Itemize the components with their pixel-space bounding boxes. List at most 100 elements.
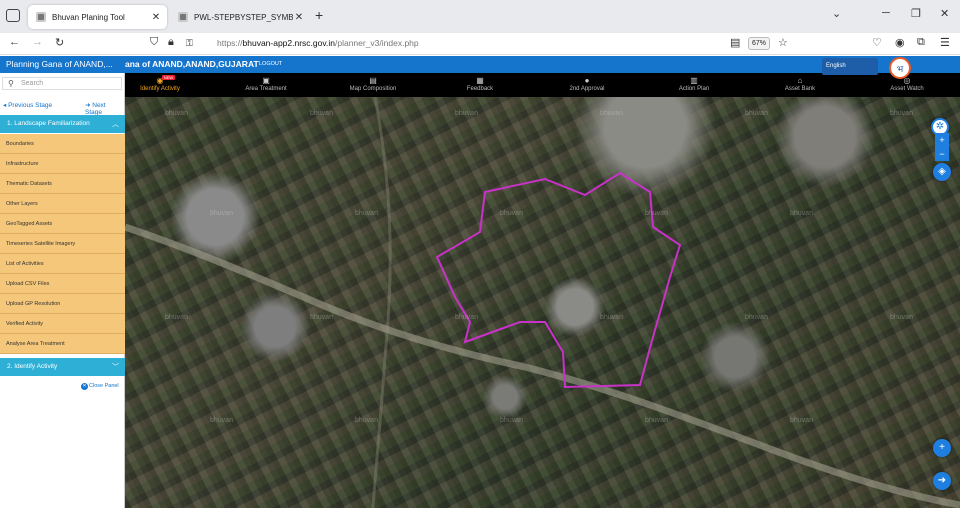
tool-asset-watch[interactable]: ◎ Asset Watch: [872, 75, 942, 92]
add-icon[interactable]: +: [933, 439, 951, 457]
asset-watch-icon: ◎: [903, 76, 911, 85]
menu-item-other-layers[interactable]: Other Layers: [0, 194, 125, 214]
minimize-icon[interactable]: ─: [882, 7, 890, 19]
tool-map-composition[interactable]: ▤ Map Composition: [338, 75, 408, 92]
tab-bhuvan[interactable]: Bhuvan Planing Tool ✕: [28, 5, 167, 29]
tab-close-icon[interactable]: ✕: [150, 12, 162, 23]
tool-identify-activity[interactable]: ◉ Identify Activity: [125, 75, 195, 92]
tab-overview-icon[interactable]: [6, 9, 20, 22]
tool-feedback[interactable]: ▦ Feedback: [445, 75, 515, 92]
chevron-up-icon: ︿: [112, 121, 119, 128]
close-panel-label: Close Panel: [89, 383, 119, 389]
menu-item-analyse-area-treatment[interactable]: Analyse Area Treatment: [0, 334, 125, 354]
menu-item-geotagged-assets[interactable]: GeoTagged Assets: [0, 214, 125, 234]
map-composition-icon: ▤: [369, 76, 377, 85]
tool-label: Action Plan: [678, 86, 710, 92]
back-icon[interactable]: ←: [9, 36, 20, 48]
map-watermarks: bhuvan bhuvan bhuvan bhuvan bhuvan bhuvan bhu…: [165, 110, 913, 424]
account-icon[interactable]: ◉: [895, 36, 905, 49]
new-tab-button[interactable]: +: [315, 7, 323, 23]
svg-text:bhuvan: bhuvan: [600, 314, 623, 321]
close-panel-button[interactable]: ✕ Close Panel: [81, 383, 119, 390]
tool-2nd-approval[interactable]: ● 2nd Approval: [552, 75, 622, 92]
menu-item-infrastructure[interactable]: Infrastructure: [0, 154, 125, 174]
tab-close-icon[interactable]: ✕: [293, 12, 305, 23]
menu-item-boundaries[interactable]: Boundaries: [0, 134, 125, 154]
tool-action-plan[interactable]: ▥ Action Plan: [659, 75, 729, 92]
menu-item-upload-gp-resolution[interactable]: Upload GP Resolution: [0, 294, 125, 314]
next-stage-link[interactable]: ➜ Next Stage: [85, 101, 124, 116]
logout-link[interactable]: LOGOUT: [259, 61, 282, 67]
svg-text:bhuvan: bhuvan: [890, 314, 913, 321]
svg-text:bhuvan: bhuvan: [210, 417, 233, 424]
svg-text:bhuvan: bhuvan: [210, 210, 233, 217]
satellite-map[interactable]: bhuvan bhuvan bhuvan bhuvan bhuvan bhuvan bhu…: [125, 97, 960, 508]
favicon-icon: [178, 12, 188, 22]
zoom-in-icon[interactable]: +: [935, 133, 949, 147]
tool-label: Asset Watch: [890, 86, 924, 92]
svg-text:bhuvan: bhuvan: [455, 314, 478, 321]
search-icon: ⚲: [8, 79, 14, 88]
language-select[interactable]: English: [822, 58, 878, 75]
tool-label: Identify Activity: [140, 86, 180, 92]
section-identify-activity[interactable]: 2. Identify Activity ﹀: [0, 358, 125, 376]
menu-item-upload-csv[interactable]: Upload CSV Files: [0, 274, 125, 294]
forward-icon[interactable]: →: [32, 36, 43, 48]
svg-text:bhuvan: bhuvan: [165, 314, 188, 321]
address-bar[interactable]: https://bhuvan-app2.nrsc.gov.in/planner_…: [217, 38, 419, 48]
tool-asset-bank[interactable]: ⌂ Asset Bank: [765, 75, 835, 92]
tab-title: PWL-STEPBYSTEP_SYMBOL.pdf: [194, 12, 293, 22]
extensions-icon[interactable]: ⧉: [917, 36, 925, 49]
tab-list-icon[interactable]: ⌄: [832, 7, 841, 20]
svg-text:bhuvan: bhuvan: [455, 110, 478, 117]
area-treatment-icon: ▣: [262, 76, 270, 85]
shield-icon[interactable]: ⛉: [150, 36, 158, 49]
layers-icon[interactable]: ◈: [933, 163, 951, 181]
tab-pdf[interactable]: PWL-STEPBYSTEP_SYMBOL.pdf ✕: [170, 5, 310, 29]
tool-area-treatment[interactable]: ▣ Area Treatment: [231, 75, 301, 92]
svg-text:bhuvan: bhuvan: [790, 210, 813, 217]
menu-item-timeseries-imagery[interactable]: Timeseries Satellite Imagery: [0, 234, 125, 254]
previous-stage-link[interactable]: ◂ Previous Stage: [3, 101, 52, 109]
browser-tab-bar: Bhuvan Planing Tool ✕ PWL-STEPBYSTEP_SYM…: [0, 0, 960, 33]
browser-nav-bar: ← → ↻ ⛉ 🔒︎ ⚿ https://bhuvan-app2.nrsc.go…: [0, 33, 960, 55]
svg-text:bhuvan: bhuvan: [355, 210, 378, 217]
svg-text:bhuvan: bhuvan: [500, 417, 523, 424]
search-input[interactable]: ⚲ Search: [2, 77, 122, 90]
favicon-icon: [36, 12, 46, 22]
side-panel: ⚲ Search ◂ Previous Stage ➜ Next Stage 1…: [0, 73, 125, 508]
menu-item-verified-activity[interactable]: Verified Activity: [0, 314, 125, 334]
reload-icon[interactable]: ↻: [55, 36, 64, 49]
asset-bank-icon: ⌂: [797, 76, 803, 85]
app-header: Planning Gana of ANAND,... ana of ANAND,…: [0, 56, 960, 73]
tab-title: Bhuvan Planing Tool: [52, 12, 125, 22]
feedback-icon: ▦: [476, 76, 484, 85]
pocket-icon[interactable]: ♡: [872, 36, 882, 49]
section-title: 1. Landscape Familiarization: [7, 120, 90, 127]
close-icon: ✕: [81, 383, 88, 390]
svg-text:bhuvan: bhuvan: [890, 110, 913, 117]
app-subtitle: ana of ANAND,ANAND,GUJARAT: [125, 59, 259, 69]
reader-icon[interactable]: ▤: [730, 36, 740, 49]
url-scheme: https://: [217, 38, 243, 48]
tool-label: Map Composition: [349, 86, 397, 92]
menu-item-list-of-activities[interactable]: List of Activities: [0, 254, 125, 274]
lock-icon[interactable]: 🔒︎: [168, 36, 174, 49]
url-host: bhuvan-app2.nrsc.gov.in: [242, 38, 335, 48]
star-icon[interactable]: ☆: [778, 36, 788, 49]
arrow-right-icon[interactable]: ➜: [933, 472, 951, 490]
action-plan-icon: ▥: [690, 76, 698, 85]
restore-icon[interactable]: ❐: [911, 7, 921, 20]
menu-item-thematic-datasets[interactable]: Thematic Datasets: [0, 174, 125, 194]
search-placeholder: Search: [21, 80, 44, 87]
zoom-level-button[interactable]: 67%: [748, 37, 770, 50]
key-icon[interactable]: ⚿: [186, 38, 193, 49]
zoom-out-icon[interactable]: −: [935, 147, 949, 161]
landscape-menu: Boundaries Infrastructure Thematic Datas…: [0, 134, 125, 354]
section-landscape-familiarization[interactable]: 1. Landscape Familiarization ︿: [0, 115, 125, 133]
tool-label: Area Treatment: [245, 86, 287, 92]
chevron-down-icon: ﹀: [112, 364, 119, 371]
svg-text:bhuvan: bhuvan: [310, 314, 333, 321]
menu-icon[interactable]: ☰: [940, 36, 950, 49]
close-window-icon[interactable]: ✕: [940, 7, 949, 20]
